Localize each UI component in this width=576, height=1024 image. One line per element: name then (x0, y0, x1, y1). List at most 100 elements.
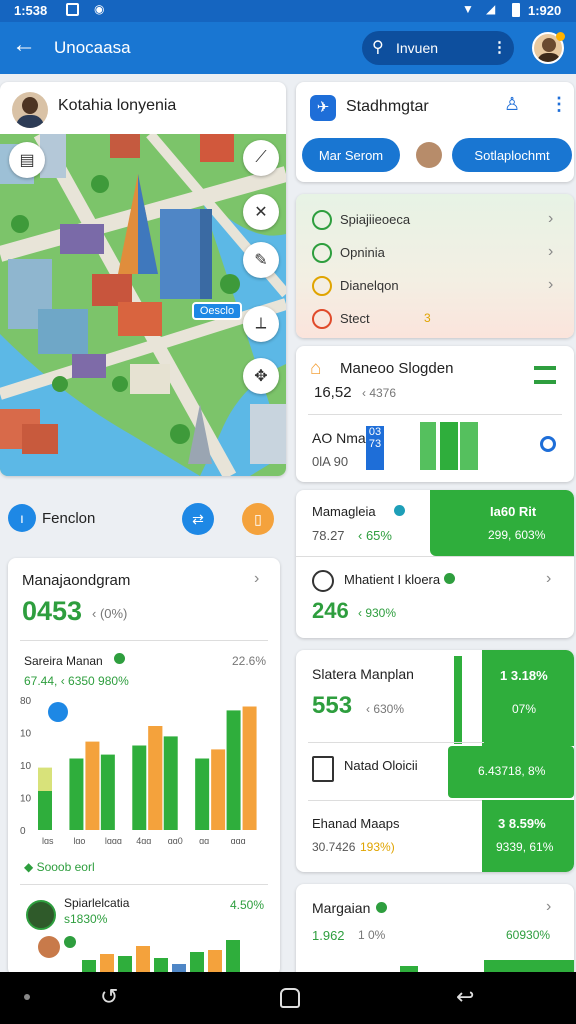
perf-status-dot (394, 505, 405, 516)
x-tick-label: lɑo (73, 836, 85, 846)
primary-button[interactable]: Mar Serom (302, 138, 400, 172)
home-bar-2 (440, 422, 458, 470)
sales-panel-top-sub: 07% (512, 702, 537, 716)
home-row-label: AO Nma (312, 430, 366, 446)
sales-panel-bottom-sub: 9339, 61% (496, 840, 554, 854)
crossed-tools-button[interactable]: ✕ (243, 194, 279, 230)
chevron-right-icon[interactable]: › (546, 570, 551, 588)
notification-icon (66, 3, 79, 16)
x-tick-label: ɑɑɑ (231, 836, 246, 846)
list-item[interactable]: Opninia › (296, 239, 574, 269)
more-vert-icon[interactable]: ⋮ (492, 38, 507, 56)
more-vert-icon[interactable]: ⋮ (550, 94, 568, 115)
home-nav-icon[interactable] (280, 988, 300, 1008)
bell-icon[interactable]: ♙ (504, 94, 520, 115)
performance-card: Mamagleia 78.27 ‹ 65% Ia60 Rit 299, 603%… (296, 490, 574, 638)
x-tick-label: 4ɑɑ (136, 836, 151, 846)
bottom-delta: 1 0% (358, 928, 386, 942)
home-stats-card: ⌂ Maneoo Slogden 16,52 ‹ 4376 AO Nma 0lA… (296, 346, 574, 482)
map-pin-label[interactable]: Oesclo (192, 302, 242, 320)
perf-delta: ‹ 65% (358, 528, 392, 543)
compass-button[interactable]: ✥ (243, 358, 279, 394)
mail-title: Mhatient I kloera (344, 572, 441, 587)
item-thumbnail[interactable] (26, 900, 56, 930)
stadium-avatar[interactable] (416, 142, 442, 168)
doc-label: Natad Oloicii (344, 758, 418, 773)
ruler-button[interactable]: ⟂ (243, 306, 279, 342)
sales-bottom-label: Ehanad Maaps (312, 816, 400, 831)
sales-panel-mid-value: 6.43718, 8% (478, 764, 546, 778)
list-badge: 3 (424, 311, 431, 325)
perf-panel-title: Ia60 Rit (490, 504, 537, 519)
list-item[interactable]: Stect 3 (296, 305, 574, 335)
user-avatar[interactable] (12, 92, 48, 128)
y-tick-label: 0 (20, 826, 26, 837)
mail-status-dot (444, 573, 455, 584)
x-tick-label: lɑs (42, 836, 54, 846)
list-icon[interactable] (534, 366, 556, 384)
sales-bar (454, 656, 462, 744)
small-avatar (38, 936, 60, 958)
target-icon[interactable] (540, 436, 556, 452)
search-bar[interactable]: ⚲ Invuen ⋮ (362, 31, 514, 65)
recent-apps-icon[interactable]: ↺ (100, 984, 118, 1010)
sales-card: Slatera Manplan 553 ‹ 630% 1 3.18% 07% N… (296, 650, 574, 872)
back-arrow-icon[interactable]: ← (12, 33, 36, 57)
sync-icon[interactable]: ⇄ (182, 503, 214, 535)
chart-bar (211, 749, 226, 830)
chevron-right-icon[interactable]: › (546, 898, 551, 916)
city-map[interactable] (0, 134, 286, 476)
bottom-status-dot (376, 902, 387, 913)
chevron-right-icon[interactable]: › (548, 243, 553, 261)
chart-marker-icon[interactable] (48, 702, 68, 722)
sub-series-line: 67.44, ‹ 6350 980% (24, 674, 129, 688)
mini-bar-chart (82, 940, 240, 976)
chart-bar (132, 745, 147, 830)
bottom-value: 1.962 (312, 928, 345, 943)
bottom-title: Margaian (312, 900, 371, 916)
home-title: Maneoo Slogden (340, 360, 454, 377)
pen-button[interactable]: ✎ (243, 242, 279, 278)
chevron-right-icon[interactable]: › (548, 276, 553, 294)
wifi-icon: ▼ (462, 2, 474, 16)
y-tick-label: 80 (20, 696, 32, 707)
chart-bar (69, 758, 84, 830)
manager-delta: ‹ (0%) (92, 606, 128, 621)
app-title: Unocaasa (54, 38, 131, 57)
map-user-name: Kotahia lonyenia (58, 97, 177, 114)
sub-series-name: Sareira Manan (24, 654, 103, 668)
sales-delta: ‹ 630% (366, 702, 405, 716)
warning-icon (312, 243, 332, 263)
bookmark-icon[interactable]: ▯ (242, 503, 274, 535)
chevron-right-icon[interactable]: › (548, 210, 553, 228)
section-label: Fenclon (42, 510, 96, 527)
chart-legend: ◆ Sooob eorl (24, 860, 95, 874)
list-item[interactable]: Dianelqon › (296, 272, 574, 302)
back-nav-icon[interactable]: ↩ (456, 984, 474, 1010)
sales-panel-bottom: 3 8.59% 9339, 61% (482, 800, 574, 872)
small-card-sub: s1830% (64, 912, 108, 926)
secondary-button[interactable]: Sotlaplochmt (452, 138, 572, 172)
info-icon[interactable]: ı (8, 504, 36, 532)
system-nav-bar: ↺ ↩ (0, 972, 576, 1024)
tool-button[interactable]: ⟋ (243, 140, 279, 176)
home-bar-1 (420, 422, 436, 470)
mail-icon (312, 570, 334, 592)
list-item-label: Dianelqon (340, 278, 399, 293)
search-icon: ⚲ (372, 39, 384, 56)
list-item-label: Stect (340, 311, 370, 326)
chevron-right-icon[interactable]: › (254, 570, 259, 588)
status-time-left: 1:538 (14, 3, 48, 18)
chart-bar (195, 758, 210, 830)
search-input[interactable]: Invuen (396, 40, 438, 56)
chart-bar (100, 754, 115, 830)
home-bar-3 (460, 422, 478, 470)
status-time-right: 1:920 (528, 3, 562, 18)
sales-panel-bottom-value: 3 8.59% (498, 816, 546, 831)
perf-highlight-panel: Ia60 Rit 299, 603% (430, 490, 574, 556)
stadium-card: ✈ Stadhmgtar ♙ ⋮ Mar Serom Sotlaplochmt (296, 82, 574, 182)
layers-button[interactable]: ▤ (9, 142, 45, 178)
bar-chart: 801010100lɑs lɑo lɑɑɑ 4ɑɑ ɑɑ0 ɑɑ ɑɑɑ (20, 696, 257, 846)
manager-title: Manajaondgram (22, 572, 131, 589)
list-item[interactable]: Spiajiieoeca › (296, 206, 574, 236)
